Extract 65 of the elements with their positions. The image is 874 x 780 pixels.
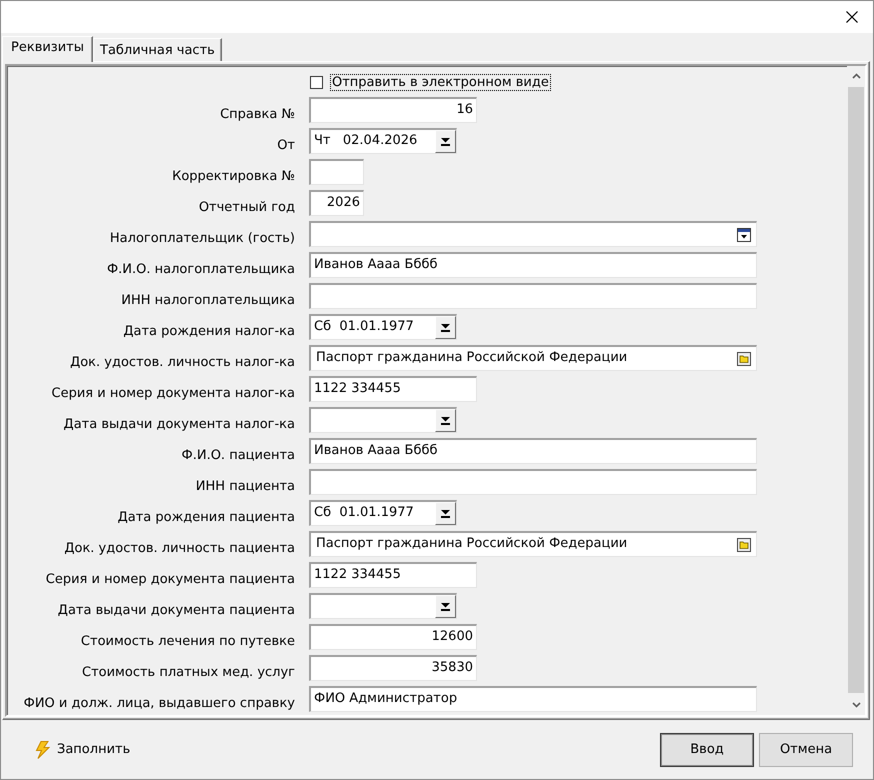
field-label: Серия и номер документа пациента [46,572,295,588]
close-icon[interactable] [846,11,858,23]
date-field[interactable] [309,593,457,619]
tab[interactable]: Реквизиты [2,36,93,62]
dropdown-arrow-icon [441,324,450,332]
fill-button[interactable]: Заполнить [31,736,134,762]
dropdown-button[interactable] [435,316,456,339]
field-label: Дата выдачи документа налог-ка [64,417,295,433]
text-field[interactable] [309,283,757,309]
dropdown-button[interactable] [435,595,456,618]
field-label: Дата рождения пациента [118,510,295,526]
number-field[interactable]: 16 [309,97,477,123]
date-field[interactable]: Сб 01.01.1977 [309,314,457,340]
chevron-up-icon[interactable] [852,73,860,79]
dropdown-arrow-icon [441,138,450,146]
date-field[interactable] [309,407,457,433]
field-label: ИНН пациента [196,479,295,495]
dropdown-arrow-icon [441,510,450,518]
dialog-button[interactable]: Ввод [660,732,754,766]
field-label: Стоимость лечения по путевке [80,634,295,650]
field-label: Дата выдачи документа пациента [58,603,295,619]
scrollbar-thumb[interactable] [848,87,864,693]
tab[interactable]: Табличная часть [93,38,222,61]
field-label: Отчетный год [198,200,295,216]
field-label: Ф.И.О. пациента [182,448,295,464]
text-field[interactable]: 1122 334455 [309,376,477,402]
field-label: От [277,138,295,154]
number-field[interactable]: 12600 [309,624,477,650]
field-label: Ф.И.О. налогоплательщика [106,262,295,278]
dropdown-button[interactable] [435,502,456,525]
date-field[interactable]: Чт 02.04.2026 [309,128,457,154]
text-field[interactable] [309,469,757,495]
folder-icon[interactable] [737,538,751,552]
text-field[interactable]: Иванов Аааа Бббб [309,438,757,464]
dropdown-arrow-icon [441,602,450,610]
field-label: Налогоплательщик (гость) [110,231,295,247]
checkbox[interactable] [310,76,323,88]
field-label: Стоимость платных мед. услуг [82,665,295,681]
number-field[interactable]: 2026 [309,190,364,216]
number-field[interactable] [309,159,364,185]
dropdown-arrow-icon [441,416,450,424]
field-label: Док. удостов. личность пациента [64,541,295,557]
field-label: Серия и номер документа налог-ка [52,386,295,402]
text-field[interactable]: ФИО Администратор [309,686,757,712]
checkbox-label[interactable]: Отправить в электронном виде [330,74,551,90]
folder-icon[interactable] [737,352,751,366]
number-field[interactable]: 35830 [309,655,477,681]
field-label: Дата рождения налог-ка [123,324,295,340]
field-label: Корректировка № [172,169,295,185]
field-label: Справка № [220,107,295,123]
dropdown-button[interactable] [435,130,456,153]
dialog-button[interactable]: Отмена [759,732,853,766]
field-label: ИНН налогоплательщика [121,293,295,309]
dropdown-button[interactable] [435,409,456,432]
chevron-down-icon[interactable] [852,702,860,708]
field-label: ФИО и долж. лица, выдавшего справку [24,696,295,712]
lookup-field[interactable] [309,221,757,247]
text-field[interactable]: 1122 334455 [309,562,477,588]
field-label: Док. удостов. личность налог-ка [70,355,295,371]
list-window-icon[interactable] [737,228,751,242]
lightning-icon [35,740,50,758]
select-field[interactable]: Паспорт гражданина Российской Федерации [309,531,757,557]
select-field[interactable]: Паспорт гражданина Российской Федерации [309,345,757,371]
text-field[interactable]: Иванов Аааа Бббб [309,252,757,278]
date-field[interactable]: Сб 01.01.1977 [309,500,457,526]
